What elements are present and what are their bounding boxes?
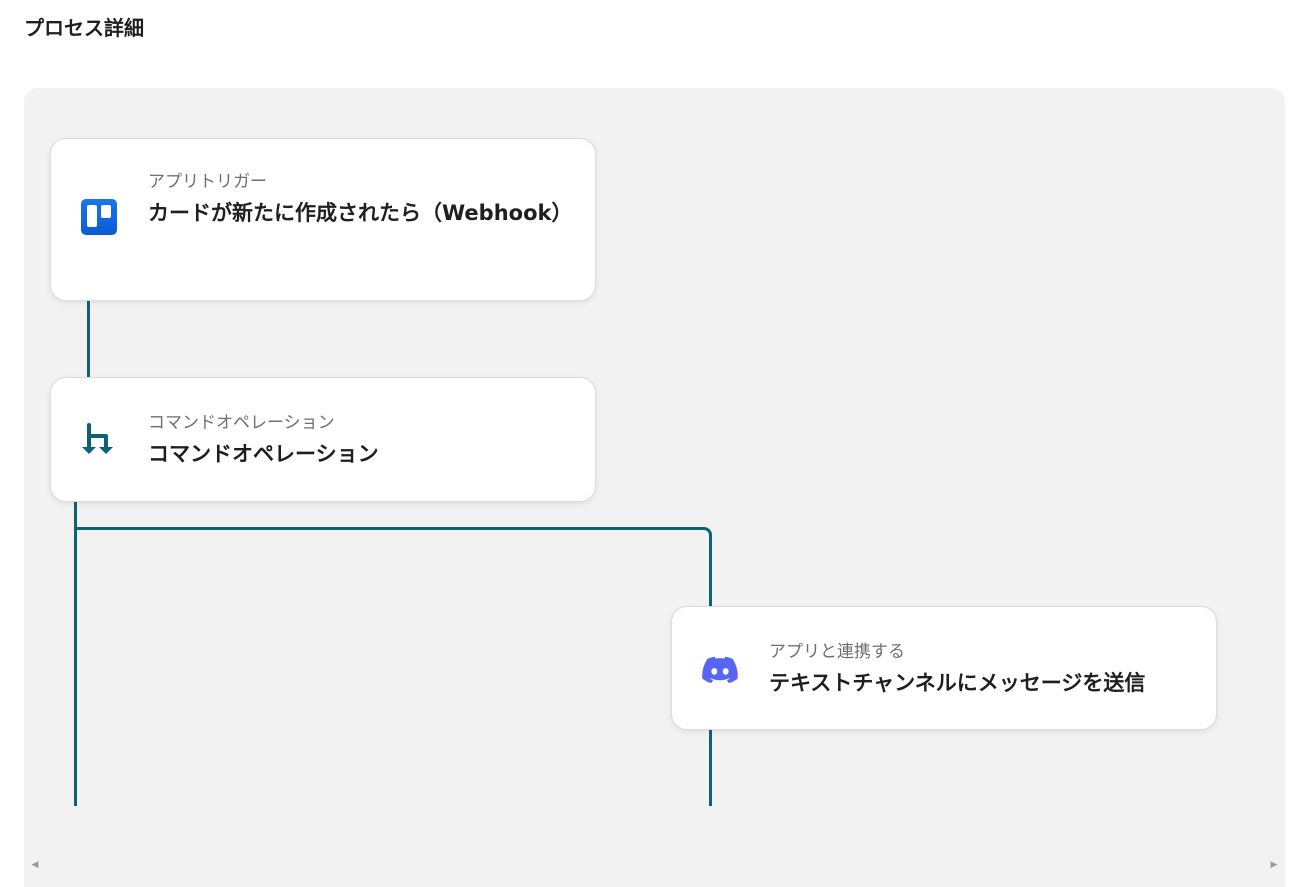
page-title: プロセス詳細 — [24, 16, 144, 40]
step-label: コマンドオペレーション — [148, 413, 335, 433]
step-label: アプリトリガー — [148, 172, 267, 192]
step-label: アプリと連携する — [769, 642, 905, 662]
flow-canvas: アプリトリガー カードが新たに作成されたら（Webhook） コマンドオペレーシ… — [24, 88, 1285, 887]
step-title: カードが新たに作成されたら（Webhook） — [148, 201, 573, 225]
step-title: コマンドオペレーション — [148, 442, 379, 466]
scroll-left-arrow[interactable]: ◀ — [30, 858, 40, 872]
scroll-right-arrow[interactable]: ▶ — [1269, 858, 1279, 872]
step-title: テキストチャンネルにメッセージを送信 — [769, 671, 1146, 695]
step-card-command[interactable]: コマンドオペレーション コマンドオペレーション — [50, 377, 596, 502]
command-branch-icon — [79, 419, 119, 459]
trello-icon — [79, 197, 119, 237]
step-card-discord[interactable]: アプリと連携する テキストチャンネルにメッセージを送信 — [671, 606, 1217, 730]
connector-command-side-branch — [74, 527, 712, 607]
connector-discord-continue — [709, 729, 712, 806]
connector-trigger-to-command — [87, 300, 90, 378]
discord-icon — [700, 649, 740, 689]
step-card-trigger[interactable]: アプリトリガー カードが新たに作成されたら（Webhook） — [50, 138, 596, 301]
